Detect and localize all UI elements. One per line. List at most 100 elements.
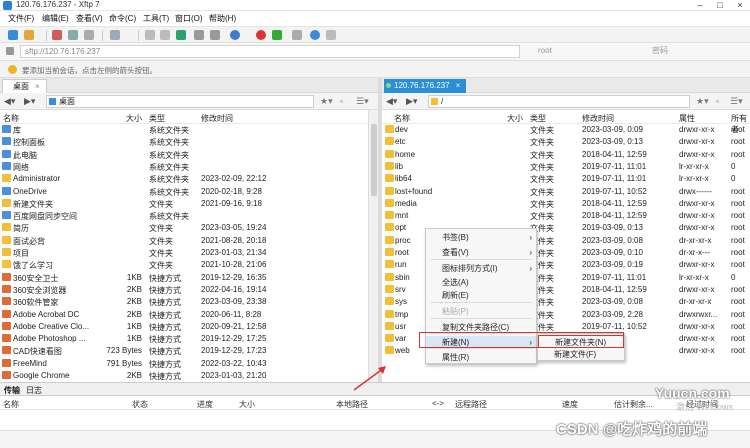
menu-command[interactable]: 命令(C) — [109, 13, 136, 24]
menu-view[interactable]: 查看(V) — [76, 13, 103, 24]
view-icon[interactable]: ☰▾ — [730, 96, 743, 107]
table-row[interactable]: 360安全卫士 1KB 快捷方式 2019-12-29, 16:35 — [0, 272, 368, 284]
close-tab-icon[interactable]: × — [35, 82, 40, 91]
tab-remote[interactable]: 120.76.176.237 × — [384, 79, 467, 93]
menu-tools[interactable]: 工具(T) — [143, 13, 169, 24]
menu-edit[interactable]: 编辑(E) — [42, 13, 69, 24]
reconnect-icon[interactable] — [68, 30, 78, 40]
col-transfer-size[interactable]: 大小 — [239, 399, 255, 410]
table-row[interactable]: 控制面板 系统文件夹 — [0, 136, 368, 148]
new-session-icon[interactable] — [8, 30, 18, 40]
col-progress[interactable]: 进度 — [197, 399, 213, 410]
col-size[interactable]: 大小 — [126, 113, 142, 124]
more-icon[interactable] — [326, 30, 336, 40]
new-file-menu-item[interactable]: 新建文件(F) — [538, 348, 624, 361]
close-tab-icon[interactable]: × — [456, 81, 461, 90]
table-row[interactable]: 简历 文件夹 2023-03-05, 19:24 — [0, 222, 368, 234]
left-path-combo[interactable]: 桌面 — [46, 95, 314, 108]
table-row[interactable]: 项目 文件夹 2023-01-03, 21:34 — [0, 247, 368, 259]
table-row[interactable]: 面试必背 文件夹 2021-08-28, 20:18 — [0, 235, 368, 247]
table-row[interactable]: 饿了么学习 文件夹 2021-10-28, 21:06 — [0, 259, 368, 271]
copy-icon[interactable] — [145, 30, 155, 40]
paste-icon[interactable] — [160, 30, 170, 40]
col-eta[interactable]: 估计剩余... — [614, 399, 653, 410]
host-input[interactable]: sftp://120.76.176.237 — [20, 45, 520, 58]
table-row[interactable]: Google Chrome 2KB 快捷方式 2023-01-03, 21:20 — [0, 370, 368, 382]
forward-icon[interactable]: ▶▾ — [24, 96, 35, 107]
table-row[interactable]: media 文件夹 2018-04-11, 12:59 drwxr-xr-x root — [382, 198, 750, 210]
table-row[interactable]: Adobe Acrobat DC 2KB 快捷方式 2020-06-11, 8:28 — [0, 309, 368, 321]
back-icon[interactable]: ◀▾ — [4, 96, 15, 107]
tab-desktop[interactable]: 桌面 × — [2, 79, 47, 93]
close-icon[interactable]: × — [730, 0, 750, 11]
tab-transfer[interactable]: 传输 — [4, 385, 20, 396]
new-folder-menu-item[interactable]: 新建文件夹(N) — [538, 335, 624, 348]
user-field[interactable]: root — [526, 45, 642, 58]
sync-icon[interactable] — [176, 30, 186, 40]
col-local-path[interactable]: 本地路径 — [336, 399, 368, 410]
help-icon[interactable] — [310, 30, 320, 40]
left-scrollbar[interactable] — [368, 110, 378, 382]
col-transfer-name[interactable]: 名称 — [3, 399, 19, 410]
table-row[interactable]: 网络 系统文件夹 — [0, 161, 368, 173]
minimize-icon[interactable]: – — [690, 0, 710, 11]
col-direction[interactable]: <-> — [432, 399, 444, 408]
col-size[interactable]: 大小 — [507, 113, 523, 124]
maximize-icon[interactable]: □ — [710, 0, 730, 11]
back-icon[interactable]: ◀▾ — [386, 96, 397, 107]
col-type[interactable]: 类型 — [149, 113, 165, 124]
col-speed[interactable]: 速度 — [562, 399, 578, 410]
col-name[interactable]: 名称 — [3, 113, 19, 124]
password-field[interactable]: 密码 — [644, 45, 748, 58]
table-row[interactable]: lib64 文件夹 2019-07-11, 11:01 lr-xr-xr-x 0 — [382, 173, 750, 185]
context-menu-item[interactable]: 查看(V) › — [426, 246, 536, 259]
download-icon[interactable] — [210, 30, 220, 40]
right-path-combo[interactable]: / — [428, 95, 690, 108]
table-row[interactable]: home 文件夹 2018-04-11, 12:59 drwxr-xr-x root — [382, 149, 750, 161]
globe-icon[interactable] — [230, 30, 240, 40]
table-row[interactable]: lost+found 文件夹 2019-07-11, 10:52 drwx------… — [382, 186, 750, 198]
col-type[interactable]: 类型 — [530, 113, 546, 124]
menu-window[interactable]: 窗口(O) — [175, 13, 203, 24]
table-row[interactable]: etc 文件夹 2023-03-09, 0:13 drwxr-xr-x root — [382, 136, 750, 148]
context-menu-item[interactable]: 图标排列方式(I) › — [426, 262, 536, 275]
properties-icon[interactable] — [84, 30, 94, 40]
context-menu-item[interactable]: 粘贴(P) — [426, 305, 536, 318]
context-menu-item[interactable]: 属性(R) — [426, 351, 536, 364]
tools-icon[interactable] — [292, 30, 302, 40]
context-menu-item[interactable]: 全选(A) — [426, 276, 536, 289]
table-row[interactable]: dev 文件夹 2023-03-09, 0:09 drwxr-xr-x root — [382, 124, 750, 136]
open-icon[interactable] — [24, 30, 34, 40]
table-row[interactable]: 百度网盘同步空间 系统文件夹 — [0, 210, 368, 222]
context-menu-item[interactable]: 刷新(E) — [426, 289, 536, 302]
table-row[interactable]: CAD快速看图 723 Bytes 快捷方式 2019-12-29, 17:23 — [0, 345, 368, 357]
col-status[interactable]: 状态 — [132, 399, 148, 410]
col-attributes[interactable]: 属性 — [679, 113, 695, 124]
table-row[interactable]: 此电脑 系统文件夹 — [0, 149, 368, 161]
table-row[interactable]: FreeMind 791 Bytes 快捷方式 2022-03-22, 10:43 — [0, 358, 368, 370]
xmanager-icon[interactable] — [272, 30, 282, 40]
star-icon[interactable]: ★▾ — [696, 96, 709, 107]
col-modified[interactable]: 修改时间 — [582, 113, 614, 124]
terminal-icon[interactable] — [110, 30, 120, 40]
table-row[interactable]: mnt 文件夹 2018-04-11, 12:59 drwxr-xr-x root — [382, 210, 750, 222]
table-row[interactable]: 新建文件夹 文件夹 2021-09-16, 9:18 — [0, 198, 368, 210]
up-folder-icon[interactable]: ▫ — [340, 96, 343, 106]
table-row[interactable]: OneDrive 系统文件夹 2020-02-18, 9:28 — [0, 186, 368, 198]
xshell-icon[interactable] — [256, 30, 266, 40]
left-scroll-thumb[interactable] — [371, 124, 377, 196]
table-row[interactable]: lib 文件夹 2019-07-11, 11:01 lr-xr-xr-x 0 — [382, 161, 750, 173]
star-icon[interactable]: ★▾ — [320, 96, 333, 107]
table-row[interactable]: Adobe Photoshop ... 1KB 快捷方式 2019-12-29, 17… — [0, 333, 368, 345]
forward-icon[interactable]: ▶▾ — [406, 96, 417, 107]
up-folder-icon[interactable]: ▫ — [716, 96, 719, 106]
context-menu-item[interactable]: 书签(B) › — [426, 231, 536, 244]
table-row[interactable]: 库 系统文件夹 — [0, 124, 368, 136]
table-row[interactable]: 360安全浏览器 2KB 快捷方式 2022-04-16, 19:14 — [0, 284, 368, 296]
menu-file[interactable]: 文件(F) — [8, 13, 34, 24]
table-row[interactable]: 360软件管家 2KB 快捷方式 2023-03-09, 23:38 — [0, 296, 368, 308]
table-row[interactable]: Adobe Creative Clo... 1KB 快捷方式 2020-09-21, … — [0, 321, 368, 333]
menu-help[interactable]: 帮助(H) — [209, 13, 236, 24]
view-icon[interactable]: ☰▾ — [356, 96, 369, 107]
col-remote-path[interactable]: 远程路径 — [455, 399, 487, 410]
